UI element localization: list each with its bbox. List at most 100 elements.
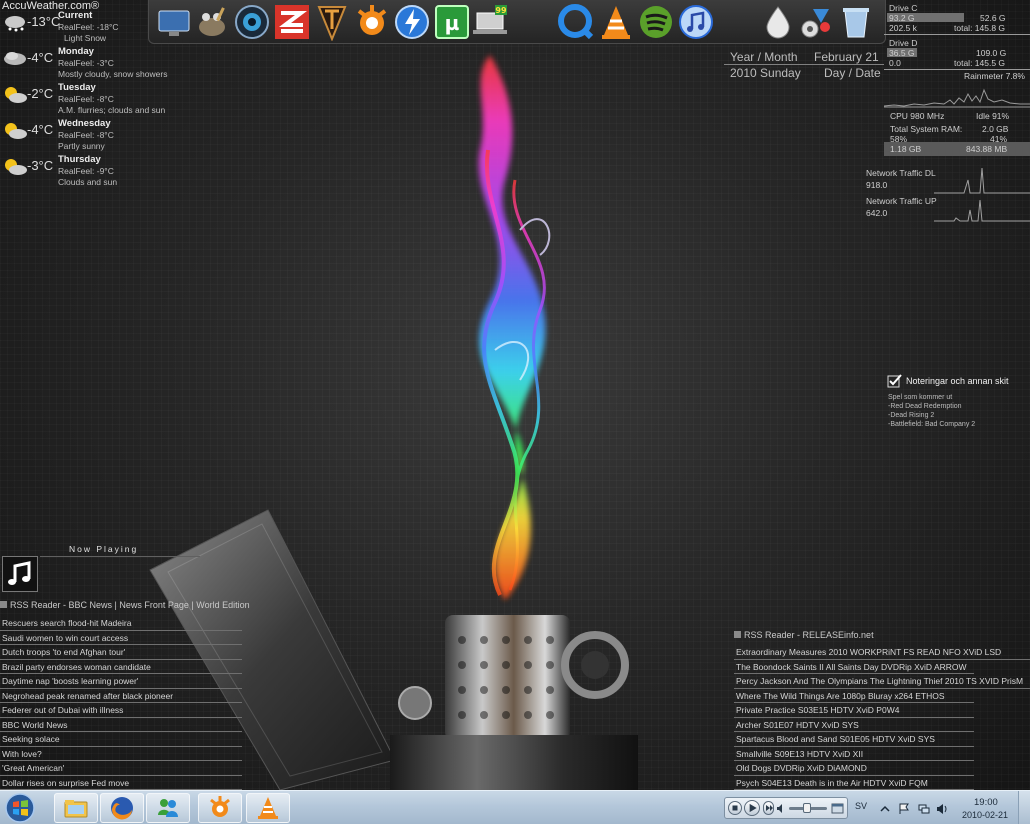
taskbar-explorer-button[interactable] — [54, 793, 98, 823]
weather-day-name: Thursday — [58, 154, 101, 165]
rss-release-title: RSS Reader - RELEASEinfo.net — [744, 630, 874, 640]
taskbar-firefox-button[interactable] — [100, 793, 144, 823]
rss-item[interactable]: Smallville S09E13 HDTV XviD XII — [734, 747, 974, 761]
speaker-icon[interactable] — [936, 803, 948, 815]
rss-item[interactable]: Old Dogs DVDRip XviD DiAMOND — [734, 761, 974, 776]
rss-item[interactable]: Psych S04E13 Death is in the Air HDTV Xv… — [734, 776, 974, 790]
weather-day-tuesday: -2°C Tuesday RealFeel: -8°C A.M. flurrie… — [0, 82, 190, 118]
my-computer-icon[interactable] — [155, 3, 193, 41]
rss-item[interactable]: The Boondock Saints II All Saints Day DV… — [734, 660, 974, 674]
sun-cloud-icon — [5, 123, 27, 139]
rss-reader-releaseinfo: RSS Reader - RELEASEinfo.net Extraordina… — [734, 630, 1030, 790]
weather-day-monday: -4°C Monday RealFeel: -3°C Mostly cloudy… — [0, 46, 190, 82]
ram-total: 2.0 GB — [982, 124, 1009, 134]
notebook-icon[interactable]: 99 — [471, 3, 509, 41]
rss-item[interactable]: Dollar rises on surprise Fed move — [0, 776, 242, 790]
rss-item[interactable]: 'Great American' — [0, 761, 242, 776]
weather-day-name: Current — [58, 10, 93, 21]
rss-item[interactable]: Dutch troops 'to end Afghan tour' — [0, 645, 242, 660]
sun-cloud-icon — [5, 87, 27, 103]
media-next-button[interactable] — [763, 801, 774, 815]
snow-cloud-icon — [5, 16, 25, 32]
utorrent-icon[interactable]: µ — [433, 3, 471, 41]
clock-time[interactable]: 19:00 — [974, 797, 998, 808]
weather-desc: A.M. flurries; clouds and sun — [58, 105, 166, 115]
media-window-icon[interactable] — [831, 803, 844, 814]
zune-icon[interactable] — [273, 3, 311, 41]
network-icon[interactable] — [918, 803, 930, 815]
volume-slider-thumb[interactable] — [803, 803, 811, 813]
rss-item[interactable]: Rescuers search flood-hit Madeira — [0, 616, 242, 631]
recycle-bin-icon[interactable] — [837, 3, 875, 41]
rss-item[interactable]: Daytime nap 'boosts learning power' — [0, 674, 242, 689]
vlc-icon[interactable] — [597, 3, 635, 41]
network-dl-value: 918.0 — [866, 180, 888, 190]
clock-date[interactable]: 2010-02-21 — [962, 810, 1008, 820]
show-hidden-icons-arrow-icon[interactable] — [879, 803, 891, 815]
weather-temp: -13°C — [27, 14, 61, 29]
notes-title: Noteringar och annan skit — [906, 376, 1009, 386]
drive-d-free: 109.0 G — [976, 48, 1007, 58]
cloud-icon — [4, 52, 26, 65]
notes-line: -Dead Rising 2 — [888, 412, 935, 419]
network-up-value: 642.0 — [866, 208, 888, 218]
itunes-icon[interactable] — [677, 3, 715, 41]
drive-d-total: total: 145.5 G — [954, 58, 1006, 68]
rss-item[interactable]: With love? — [0, 747, 242, 761]
album-art[interactable] — [2, 556, 38, 592]
weather-realfeel: RealFeel: -18°C — [58, 22, 119, 32]
rss-item[interactable]: Spartacus Blood and Sand S01E05 HDTV Xvi… — [734, 732, 974, 747]
rss-item[interactable]: Saudi women to win court access — [0, 631, 242, 645]
water-drop-icon[interactable] — [759, 3, 797, 41]
weather-desc: Light Snow — [64, 33, 107, 43]
show-desktop-button[interactable] — [1018, 791, 1030, 824]
rss-item[interactable]: Percy Jackson And The Olympians The Ligh… — [734, 674, 1030, 689]
action-center-flag-icon[interactable] — [898, 803, 910, 815]
rss-bbc-header[interactable]: RSS Reader - BBC News | News Front Page … — [0, 600, 250, 610]
drive-d-label: Drive D — [889, 38, 918, 48]
year-month-label: Year / Month — [730, 50, 798, 64]
checkbox-icon[interactable] — [887, 374, 903, 388]
rss-item[interactable]: Federer out of Dubai with illness — [0, 703, 242, 718]
rss-item[interactable]: Where The Wild Things Are 1080p Bluray x… — [734, 689, 974, 703]
date-row-bottom: 2010 Sunday Day / Date — [724, 66, 884, 82]
gimp-icon[interactable] — [193, 3, 231, 41]
day-date-label: Day / Date — [824, 66, 881, 80]
language-indicator[interactable]: SV — [855, 801, 867, 811]
rss-item[interactable]: Archer S01E07 HDTV XviD SYS — [734, 718, 974, 732]
vlc-taskbar-icon — [258, 797, 278, 819]
rss-item[interactable]: Brazil party endorses woman candidate — [0, 660, 242, 674]
weather-day-name: Monday — [58, 46, 94, 57]
rss-item[interactable]: Extraordinary Measures 2010 WORKPRiNT FS… — [734, 645, 1030, 660]
network-up-graph — [934, 199, 1030, 222]
avast-icon[interactable] — [353, 3, 391, 41]
volume-icon[interactable] — [776, 803, 787, 814]
thunder-icon[interactable] — [393, 3, 431, 41]
ram-free: 843.88 MB — [966, 144, 1008, 154]
weather-day-wednesday: -4°C Wednesday RealFeel: -8°C Partly sun… — [0, 118, 190, 154]
taskbar-vlc-button[interactable] — [246, 793, 290, 823]
messenger-icon — [158, 799, 178, 817]
network-up-label: Network Traffic UP — [866, 196, 937, 206]
taskbar-messenger-button[interactable] — [146, 793, 190, 823]
control-panel-icon[interactable] — [797, 3, 835, 41]
weather-desc: Partly sunny — [58, 141, 105, 151]
rss-item[interactable]: Seeking solace — [0, 732, 242, 747]
spotify-icon[interactable] — [637, 3, 675, 41]
media-stop-button[interactable] — [728, 801, 742, 815]
warhammer-icon[interactable] — [313, 3, 351, 41]
cpu-speed: CPU 980 MHz — [890, 111, 945, 121]
start-button[interactable] — [2, 792, 38, 824]
weather-realfeel: RealFeel: -8°C — [58, 130, 114, 140]
rss-release-header[interactable]: RSS Reader - RELEASEinfo.net — [734, 630, 874, 640]
explorer-folder-icon — [64, 800, 88, 818]
media-play-button[interactable] — [744, 800, 760, 816]
rss-item[interactable]: Negrohead peak renamed after black pione… — [0, 689, 242, 703]
taskbar-avast-button[interactable] — [198, 793, 242, 823]
rss-bbc-title: RSS Reader - BBC News | News Front Page … — [10, 600, 250, 610]
quicktime-icon[interactable] — [557, 3, 595, 41]
divider — [884, 34, 1030, 35]
webcam-icon[interactable] — [233, 3, 271, 41]
rss-item[interactable]: Private Practice S03E15 HDTV XviD P0W4 — [734, 703, 974, 718]
rss-item[interactable]: BBC World News — [0, 718, 242, 732]
